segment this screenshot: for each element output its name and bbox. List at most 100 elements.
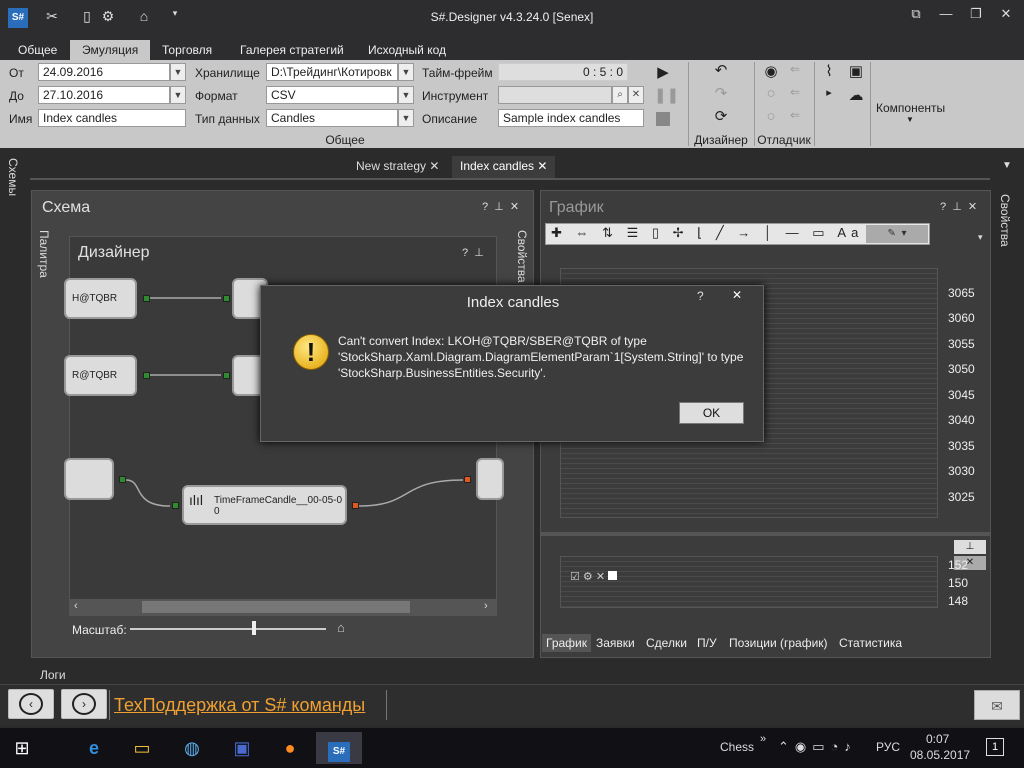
tab-general[interactable]: Общее xyxy=(6,40,69,60)
clock-time[interactable]: 0:07 xyxy=(926,732,949,746)
explorer-icon[interactable]: ▭ xyxy=(122,732,162,764)
scroll-thumb[interactable] xyxy=(142,601,410,613)
messenger-icon[interactable]: ◍ xyxy=(172,732,212,764)
undo-icon[interactable]: ↶ xyxy=(710,61,732,79)
edge-icon[interactable]: e xyxy=(74,732,114,764)
scroll-right-icon[interactable]: › xyxy=(484,600,488,612)
series-controls[interactable]: ☑ ⚙ ✕ xyxy=(570,570,618,583)
close-icon[interactable]: ✕ xyxy=(537,159,547,173)
minimize-button[interactable]: — xyxy=(932,6,960,26)
scale-slider-thumb[interactable] xyxy=(252,621,256,635)
scale-slider-track[interactable] xyxy=(130,628,326,630)
tab-chart[interactable]: График xyxy=(542,634,591,652)
sdesigner-taskbar-icon[interactable]: S# xyxy=(316,732,362,764)
from-date-input[interactable]: 24.09.2016 xyxy=(38,63,170,81)
breakpoint-radio[interactable]: ○ xyxy=(762,108,780,125)
instrument-input[interactable] xyxy=(498,86,612,104)
support-link[interactable]: ТехПоддержка от S# команды xyxy=(114,695,365,716)
live-icon[interactable]: ▸ xyxy=(818,86,840,99)
dialog-help-button[interactable]: ? xyxy=(697,289,704,303)
pin-icon[interactable]: ⊥ xyxy=(954,540,986,554)
step-icon[interactable]: ⇐ xyxy=(786,85,804,99)
dialog-title: Index candles xyxy=(466,294,560,311)
tab-strategy-gallery[interactable]: Галерея стратегий xyxy=(228,40,356,60)
notification-icon[interactable]: 1 xyxy=(986,738,1004,756)
tab-statistics[interactable]: Статистика xyxy=(839,636,902,650)
chart-toolbar-icons[interactable]: ✚ ⇔ ⇅ ☰ ▯ ✢ ⌊ ╱ → │ — ▭ Aa ◔ xyxy=(551,225,885,241)
scroll-left-icon[interactable]: ‹ xyxy=(74,600,78,612)
schemes-sidebar[interactable]: Схемы xyxy=(6,158,20,196)
cloud-icon[interactable]: ☁ xyxy=(845,86,867,104)
dialog-message: Can't convert Index: LKOH@TQBR/SBER@TQBR… xyxy=(338,333,758,381)
tray-icons[interactable]: ⌃◉▭◔♪ xyxy=(778,739,857,755)
close-icon[interactable]: ✕ xyxy=(429,159,439,173)
maximize-button[interactable]: ❐ xyxy=(962,6,990,26)
step-icon[interactable]: ⇐ xyxy=(786,108,804,122)
chevron-down-icon[interactable]: ▼ xyxy=(906,115,914,124)
components-button[interactable]: Компоненты xyxy=(876,101,945,115)
tray-expand-icon[interactable]: » xyxy=(760,733,766,745)
description-input[interactable]: Sample index candles xyxy=(498,109,644,127)
dialog-close-button[interactable]: ✕ xyxy=(717,286,757,304)
name-input[interactable]: Index candles xyxy=(38,109,186,127)
panel-controls[interactable]: ? ⊥ ✕ xyxy=(482,200,519,213)
search-icon[interactable]: ⌕ xyxy=(612,86,628,104)
pause-icon[interactable]: ❚❚ xyxy=(654,86,679,104)
ribbon-separator xyxy=(870,62,871,146)
tab-new-strategy[interactable]: New strategy ✕ xyxy=(348,156,447,178)
tab-emulation[interactable]: Эмуляция xyxy=(70,40,151,60)
firefox-icon[interactable]: ● xyxy=(270,732,310,764)
datatype-select[interactable]: Candles xyxy=(266,109,398,127)
play-icon[interactable]: ▶ xyxy=(654,63,672,81)
clear-icon[interactable]: ✕ xyxy=(628,86,644,104)
tab-trading[interactable]: Торговля xyxy=(150,40,224,60)
storage-dropdown[interactable]: ▼ xyxy=(398,63,414,81)
clock-date[interactable]: 08.05.2017 xyxy=(910,748,970,762)
chart-toolbar-more[interactable]: ▾ xyxy=(978,232,983,243)
back-button[interactable]: ‹ xyxy=(8,689,54,719)
tab-positions[interactable]: Позиции (график) xyxy=(729,636,828,650)
redo-icon[interactable]: ↷ xyxy=(710,84,732,102)
language-indicator[interactable]: РУС xyxy=(876,740,900,754)
to-date-dropdown[interactable]: ▼ xyxy=(170,86,186,104)
palette-sidebar[interactable]: Палитра xyxy=(37,230,51,278)
save-icon[interactable]: ▣ xyxy=(845,62,867,80)
storage-select[interactable]: D:\Трейдинг\Котировк xyxy=(266,63,398,81)
from-date-dropdown[interactable]: ▼ xyxy=(170,63,186,81)
logs-tab[interactable]: Логи xyxy=(40,668,66,682)
to-date-input[interactable]: 27.10.2016 xyxy=(38,86,170,104)
format-dropdown[interactable]: ▼ xyxy=(398,86,414,104)
format-select[interactable]: CSV xyxy=(266,86,398,104)
breakpoint-radio[interactable]: ○ xyxy=(762,85,780,102)
storage-label: Хранилище xyxy=(195,66,260,80)
ok-button[interactable]: OK xyxy=(679,402,744,424)
timeframe-input[interactable]: 0 : 5 : 0 xyxy=(498,63,628,81)
panel-controls[interactable]: ? ⊥ ✕ xyxy=(940,200,977,213)
properties-sidebar[interactable]: Свойства xyxy=(515,230,529,283)
tab-source-code[interactable]: Исходный код xyxy=(356,40,458,60)
chart-toolbar-dropdown[interactable]: ✎ ▾ xyxy=(866,225,928,243)
save-app-icon[interactable]: ▣ xyxy=(222,732,262,764)
chess-tray-label[interactable]: Chess xyxy=(720,740,754,754)
breakpoint-radio-on[interactable]: ◉ xyxy=(762,62,780,80)
mail-icon[interactable]: ✉ xyxy=(974,690,1020,720)
forward-button[interactable]: › xyxy=(61,689,107,719)
tab-orders[interactable]: Заявки xyxy=(596,636,635,650)
chart-icon[interactable]: ⌇ xyxy=(818,62,840,80)
refresh-icon[interactable]: ⟳ xyxy=(710,107,732,125)
tabs-dropdown-icon[interactable]: ▼ xyxy=(1002,160,1012,171)
y-tick: 3045 xyxy=(948,388,975,402)
step-icon[interactable]: ⇐ xyxy=(786,62,804,76)
panel-splitter[interactable] xyxy=(541,532,990,536)
datatype-dropdown[interactable]: ▼ xyxy=(398,109,414,127)
fit-icon[interactable]: ⌂ xyxy=(337,620,345,635)
tab-index-candles[interactable]: Index candles ✕ xyxy=(452,156,556,178)
tab-pnl[interactable]: П/У xyxy=(697,636,717,650)
scale-label: Масштаб: xyxy=(72,623,127,637)
tab-trades[interactable]: Сделки xyxy=(646,636,687,650)
restore-icon[interactable]: ⧉ xyxy=(902,6,930,26)
stop-icon[interactable] xyxy=(656,112,670,126)
properties-sidebar[interactable]: Свойства xyxy=(998,194,1012,247)
close-button[interactable]: ✕ xyxy=(992,6,1020,26)
start-icon[interactable]: ⊞ xyxy=(2,732,42,764)
